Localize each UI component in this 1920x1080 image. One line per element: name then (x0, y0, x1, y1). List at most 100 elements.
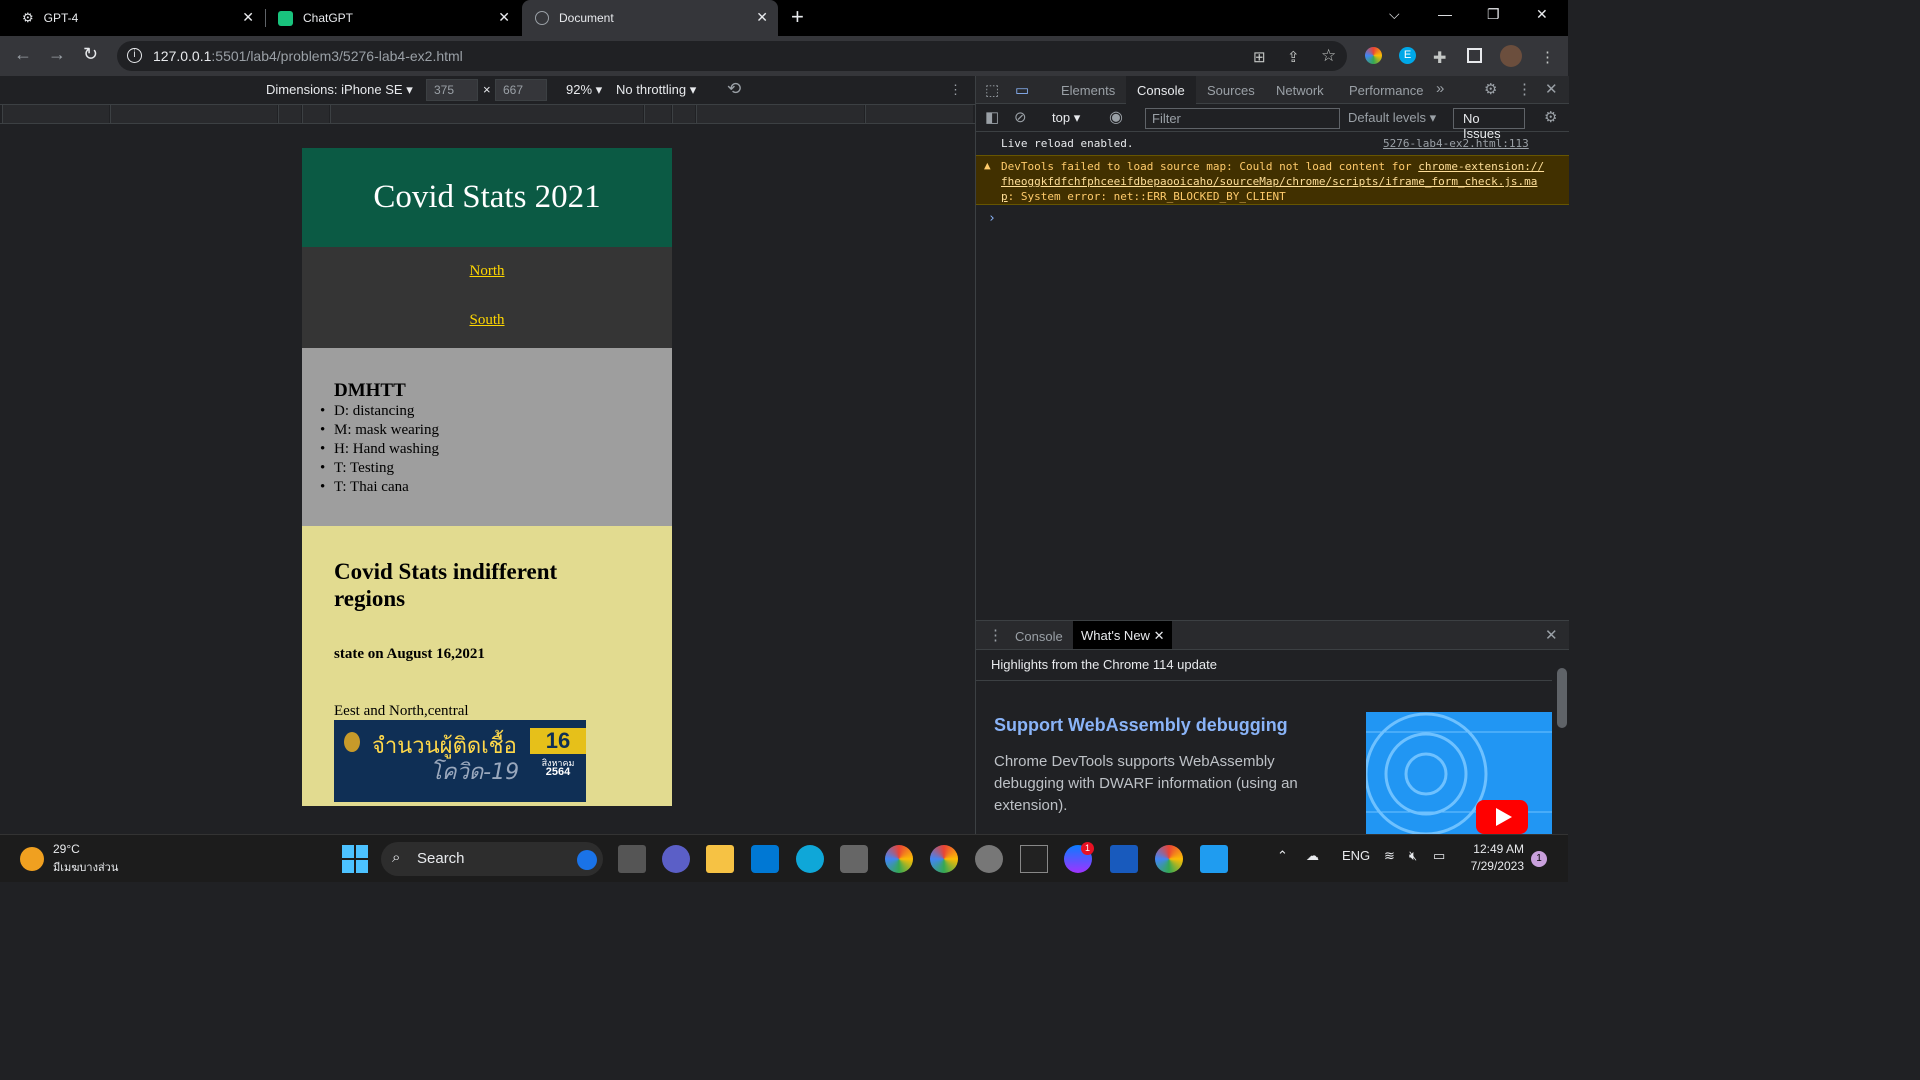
more-options-icon[interactable]: ⋮ (949, 82, 962, 98)
task-view-icon[interactable] (618, 845, 646, 873)
drawer-menu-icon[interactable]: ⋮ (988, 626, 1003, 644)
onedrive-icon[interactable]: ☁ (1306, 848, 1319, 864)
log-levels-select[interactable]: Default levels ▾ (1348, 110, 1436, 126)
settings-gear-icon[interactable] (975, 845, 1003, 873)
tab-console[interactable]: Console (1126, 76, 1196, 104)
close-tab-icon[interactable]: ✕ (756, 9, 768, 26)
tab-search-icon[interactable]: ⌵ (1389, 6, 1400, 23)
word-icon[interactable] (1110, 845, 1138, 873)
input-language[interactable]: ENG (1342, 848, 1370, 863)
volume-muted-icon[interactable]: 🔇︎ (1409, 848, 1417, 864)
taskbar-search[interactable]: ⌕ Search (381, 842, 603, 876)
profile-avatar[interactable] (1500, 45, 1522, 67)
battery-icon[interactable]: ▭ (1433, 848, 1445, 864)
menu-dots-icon[interactable]: ⋮ (1540, 48, 1555, 66)
notification-badge[interactable]: 1 (1531, 851, 1547, 867)
context-select[interactable]: top ▾ (1052, 110, 1080, 126)
media-query-bar[interactable] (0, 104, 975, 124)
globe-icon (535, 11, 549, 25)
console-source-link[interactable]: 5276-lab4-ex2.html:113 (1383, 137, 1529, 150)
covid-banner-image: จำนวนผู้ติดเชื้อ โควิด-19 16 สิงหาคม 256… (334, 720, 586, 802)
console-filter-input[interactable]: Filter (1145, 108, 1340, 129)
unity-icon[interactable] (840, 845, 868, 873)
device-toolbar: Dimensions: iPhone SE ▾ 375 × 667 92% ▾ … (0, 76, 975, 104)
tab-chatgpt[interactable]: ChatGPT ✕ (268, 0, 520, 36)
settings-gear-icon[interactable]: ⚙ (1484, 80, 1497, 98)
inspect-element-icon[interactable]: ⬚ (985, 81, 999, 99)
minimize-button[interactable]: — (1438, 6, 1452, 22)
restore-button[interactable]: ❐ (1487, 6, 1500, 23)
height-input[interactable]: 667 (495, 79, 547, 101)
width-input[interactable]: 375 (426, 79, 478, 101)
live-expression-eye-icon[interactable]: ◉ (1109, 107, 1123, 127)
chrome-profile-icon[interactable] (930, 845, 958, 873)
chrome-alt-icon[interactable] (1155, 845, 1183, 873)
reload-icon[interactable]: ↻ (83, 44, 98, 65)
nav-link-north[interactable]: North (302, 247, 672, 280)
bookmark-star-icon[interactable]: ☆ (1321, 46, 1336, 66)
extension-e-icon[interactable]: E (1399, 47, 1416, 64)
clock-date[interactable]: 7/29/2023 (1466, 859, 1524, 873)
chrome-icon[interactable] (885, 845, 913, 873)
device-toggle-icon[interactable]: ▭ (1015, 81, 1029, 99)
extension-icon[interactable] (1365, 47, 1382, 64)
windows-start-icon[interactable] (342, 845, 370, 873)
tray-chevron-icon[interactable]: ⌃ (1277, 848, 1288, 864)
clock-time[interactable]: 12:49 AM (1468, 842, 1524, 856)
vscode-icon[interactable] (1200, 845, 1228, 873)
back-icon[interactable]: ← (14, 44, 32, 65)
sidebar-toggle-icon[interactable]: ◧ (985, 108, 999, 126)
close-window-button[interactable]: ✕ (1536, 6, 1548, 23)
close-tab-icon[interactable]: ✕ (1154, 628, 1165, 643)
tab-gpt4[interactable]: ⚙ GPT-4 ✕ (12, 0, 264, 36)
issues-button[interactable]: No Issues (1453, 108, 1525, 141)
tab-document[interactable]: Document ✕ (522, 0, 778, 36)
close-devtools-icon[interactable]: ✕ (1545, 80, 1558, 98)
tab-sources[interactable]: Sources (1207, 83, 1255, 98)
close-tab-icon[interactable]: ✕ (242, 9, 254, 26)
feature-title-link[interactable]: Support WebAssembly debugging (994, 715, 1288, 736)
dmhtt-section: DMHTT D: distancing M: mask wearing H: H… (302, 348, 672, 526)
tab-network[interactable]: Network (1276, 83, 1324, 98)
new-tab-button[interactable]: + (791, 4, 804, 30)
tab-elements[interactable]: Elements (1061, 83, 1115, 98)
weather-icon[interactable] (20, 847, 44, 871)
nav-link-south[interactable]: South (302, 280, 672, 329)
forward-icon[interactable]: → (48, 44, 66, 65)
translate-icon[interactable]: ⊞ (1253, 48, 1266, 66)
edge-icon[interactable] (796, 845, 824, 873)
drawer-tab-whats-new[interactable]: What's New ✕ (1073, 621, 1173, 649)
devtools-panel: ⬚ ▭ Elements Console Sources Network Per… (975, 76, 1569, 835)
scrollbar[interactable] (1554, 650, 1569, 834)
drawer-tab-console[interactable]: Console (1015, 629, 1063, 644)
video-thumbnail[interactable] (1366, 712, 1552, 835)
console-settings-icon[interactable]: ⚙ (1544, 108, 1557, 126)
rotate-icon[interactable]: ⟲ (727, 79, 741, 99)
tab-performance[interactable]: Performance (1349, 83, 1423, 98)
terminal-icon[interactable] (1020, 845, 1048, 873)
site-info-icon[interactable]: i (127, 48, 142, 63)
region-text: Eest and North,central (334, 703, 469, 719)
devtools-menu-icon[interactable]: ⋮ (1517, 80, 1532, 98)
dimensions-select[interactable]: Dimensions: iPhone SE ▾ (266, 82, 413, 98)
file-explorer-icon[interactable] (706, 845, 734, 873)
weather-location[interactable]: มีเมฆบางส่วน (53, 858, 118, 876)
address-bar[interactable]: i 127.0.0.1:5501/lab4/problem3/5276-lab4… (117, 41, 1347, 71)
close-drawer-icon[interactable]: ✕ (1545, 626, 1558, 644)
close-tab-icon[interactable]: ✕ (498, 9, 510, 26)
list-item: T: Testing (320, 459, 672, 478)
share-icon[interactable]: ⇪ (1287, 48, 1300, 66)
more-tabs-icon[interactable]: » (1436, 80, 1444, 97)
weather-temp[interactable]: 29°C (53, 842, 80, 856)
clear-console-icon[interactable]: ⊘ (1014, 108, 1027, 126)
throttling-select[interactable]: No throttling ▾ (616, 82, 696, 98)
extensions-puzzle-icon[interactable]: ✚ (1433, 48, 1446, 68)
teams-chat-icon[interactable] (662, 845, 690, 873)
wifi-icon[interactable]: ≋ (1384, 848, 1395, 864)
microsoft-store-icon[interactable] (751, 845, 779, 873)
dmhtt-heading: DMHTT (334, 380, 406, 401)
console-prompt-icon[interactable]: › (988, 211, 1008, 226)
side-panel-icon[interactable] (1467, 48, 1482, 63)
zoom-select[interactable]: 92% ▾ (566, 82, 602, 98)
stats-section: Covid Stats indifferent regions state on… (302, 526, 672, 806)
